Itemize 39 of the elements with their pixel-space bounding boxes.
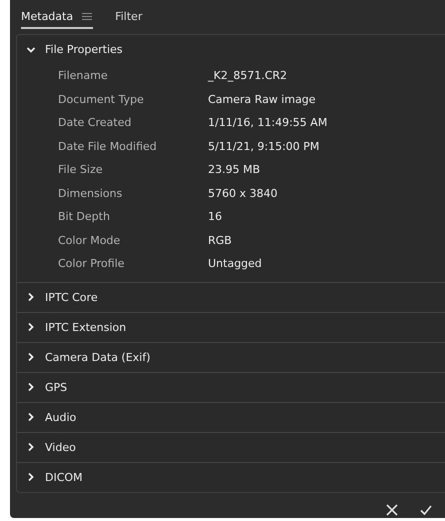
field-value: Untagged xyxy=(208,257,262,270)
field-label: Color Mode xyxy=(57,234,122,247)
section-header[interactable]: Audio xyxy=(17,402,445,432)
field-label: Document Type xyxy=(57,92,145,106)
chevron-icon xyxy=(26,352,36,362)
section-header[interactable]: GPS xyxy=(17,372,445,402)
close-icon[interactable] xyxy=(385,502,399,516)
chevron-icon xyxy=(26,44,36,54)
field-value: 16 xyxy=(208,210,222,224)
section-header[interactable]: File Properties xyxy=(17,35,445,64)
field-value: 1/11/16, 11:49:55 AM xyxy=(208,116,328,130)
field-label: Dimensions xyxy=(57,186,124,200)
field-label: Date Created xyxy=(57,116,132,130)
field-value: _K2_8571.CR2 xyxy=(208,69,288,82)
chevron-icon xyxy=(26,322,36,332)
panel-tab[interactable]: Metadata xyxy=(21,6,94,28)
field-label: Date File Modified xyxy=(57,140,158,153)
field-value: 5/11/21, 9:15:00 PM xyxy=(208,140,320,153)
chevron-icon xyxy=(26,442,36,452)
menu-icon[interactable] xyxy=(81,12,94,20)
section-header[interactable]: DICOM xyxy=(17,462,445,492)
field-label: Filename xyxy=(57,69,109,82)
panel-tab[interactable]: Filter xyxy=(115,6,142,28)
field-value: RGB xyxy=(208,234,232,247)
chevron-icon xyxy=(26,412,36,422)
field-value: 5760 x 3840 xyxy=(208,186,278,200)
field-value: Camera Raw image xyxy=(208,92,316,106)
field-label: File Size xyxy=(57,163,104,176)
chevron-icon xyxy=(26,382,36,392)
section-header[interactable]: IPTC Core xyxy=(17,282,445,312)
section-header[interactable]: Camera Data (Exif) xyxy=(17,342,445,372)
field-label: Bit Depth xyxy=(57,210,111,224)
checkmark-icon[interactable] xyxy=(419,502,433,516)
section-header[interactable]: IPTC Extension xyxy=(17,312,445,342)
chevron-icon xyxy=(26,472,36,482)
field-value: 23.95 MB xyxy=(208,163,260,176)
chevron-icon xyxy=(26,292,36,302)
field-label: Color Profile xyxy=(57,257,126,270)
section-header[interactable]: Video xyxy=(17,432,445,462)
